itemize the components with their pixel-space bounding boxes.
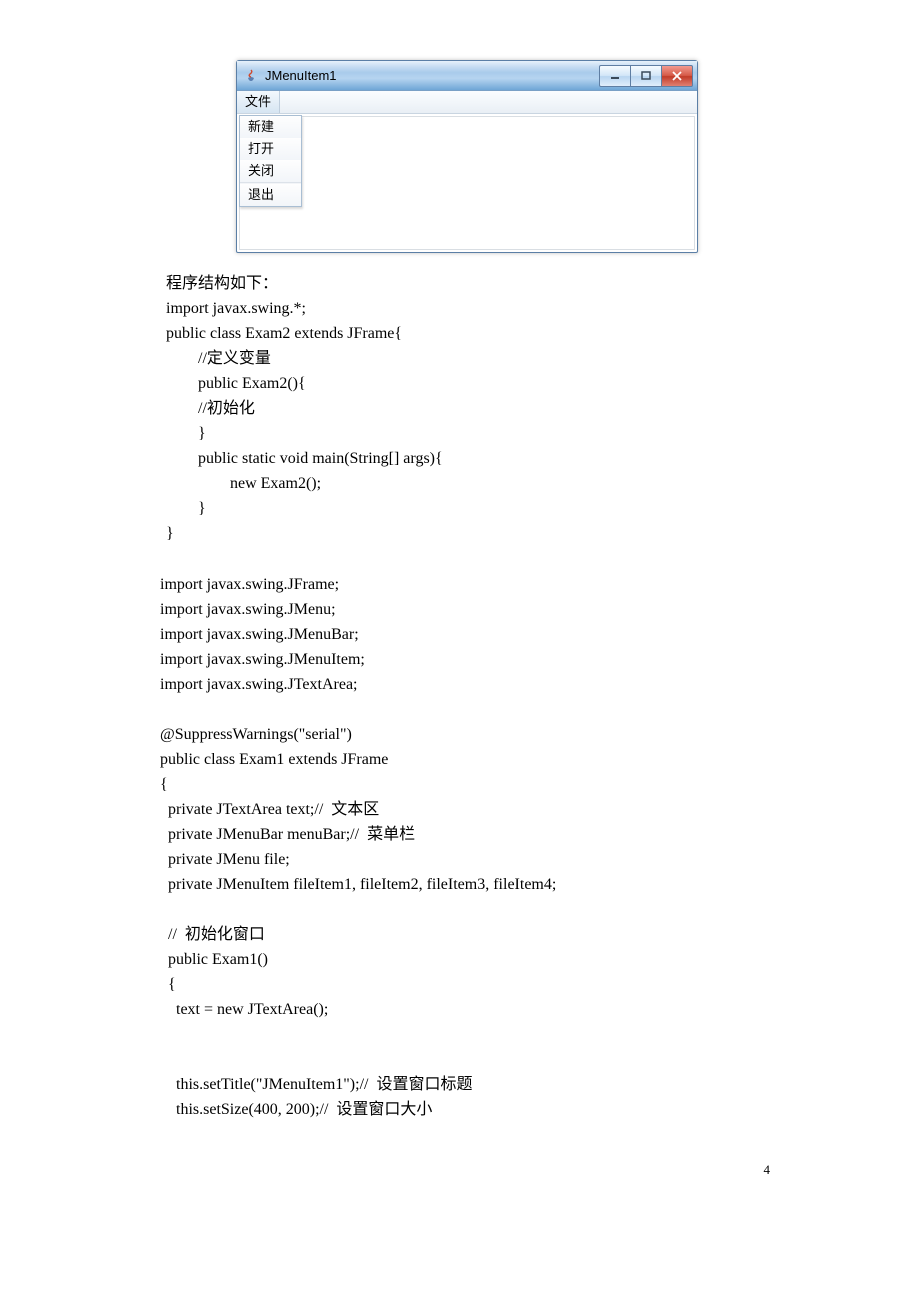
window-buttons <box>599 65 693 85</box>
menu-item-exit[interactable]: 退出 <box>240 184 301 206</box>
text-line: public class Exam2 extends JFrame{ <box>166 321 756 346</box>
text-line: public Exam2(){ <box>166 371 756 396</box>
description-block: 程序结构如下： import javax.swing.*; public cla… <box>166 271 756 546</box>
text-line: } <box>166 521 756 546</box>
java-icon <box>243 68 259 84</box>
menu-item-open[interactable]: 打开 <box>240 138 301 160</box>
text-line: } <box>166 421 756 446</box>
minimize-button[interactable] <box>599 65 631 87</box>
text-line: } <box>166 496 756 521</box>
window-title: JMenuItem1 <box>265 68 599 83</box>
text-line: new Exam2(); <box>166 471 756 496</box>
menubar: 文件 <box>237 91 697 114</box>
page-number: 4 <box>0 1162 920 1178</box>
close-button[interactable] <box>662 65 693 87</box>
menu-file[interactable]: 文件 <box>237 91 280 113</box>
text-line: public static void main(String[] args){ <box>166 446 756 471</box>
menu-item-new[interactable]: 新建 <box>240 116 301 138</box>
text-area[interactable]: 新建 打开 关闭 退出 <box>239 116 695 250</box>
text-line: //初始化 <box>166 396 756 421</box>
maximize-button[interactable] <box>631 65 662 87</box>
code-block: import javax.swing.JFrame; import javax.… <box>160 572 756 1122</box>
text-line: 程序结构如下： <box>166 271 756 296</box>
swing-window: JMenuItem1 文件 <box>236 60 698 253</box>
file-dropdown: 新建 打开 关闭 退出 <box>239 115 302 207</box>
text-line: import javax.swing.*; <box>166 296 756 321</box>
text-line: //定义变量 <box>166 346 756 371</box>
titlebar: JMenuItem1 <box>237 61 697 91</box>
menu-item-close[interactable]: 关闭 <box>240 160 301 182</box>
